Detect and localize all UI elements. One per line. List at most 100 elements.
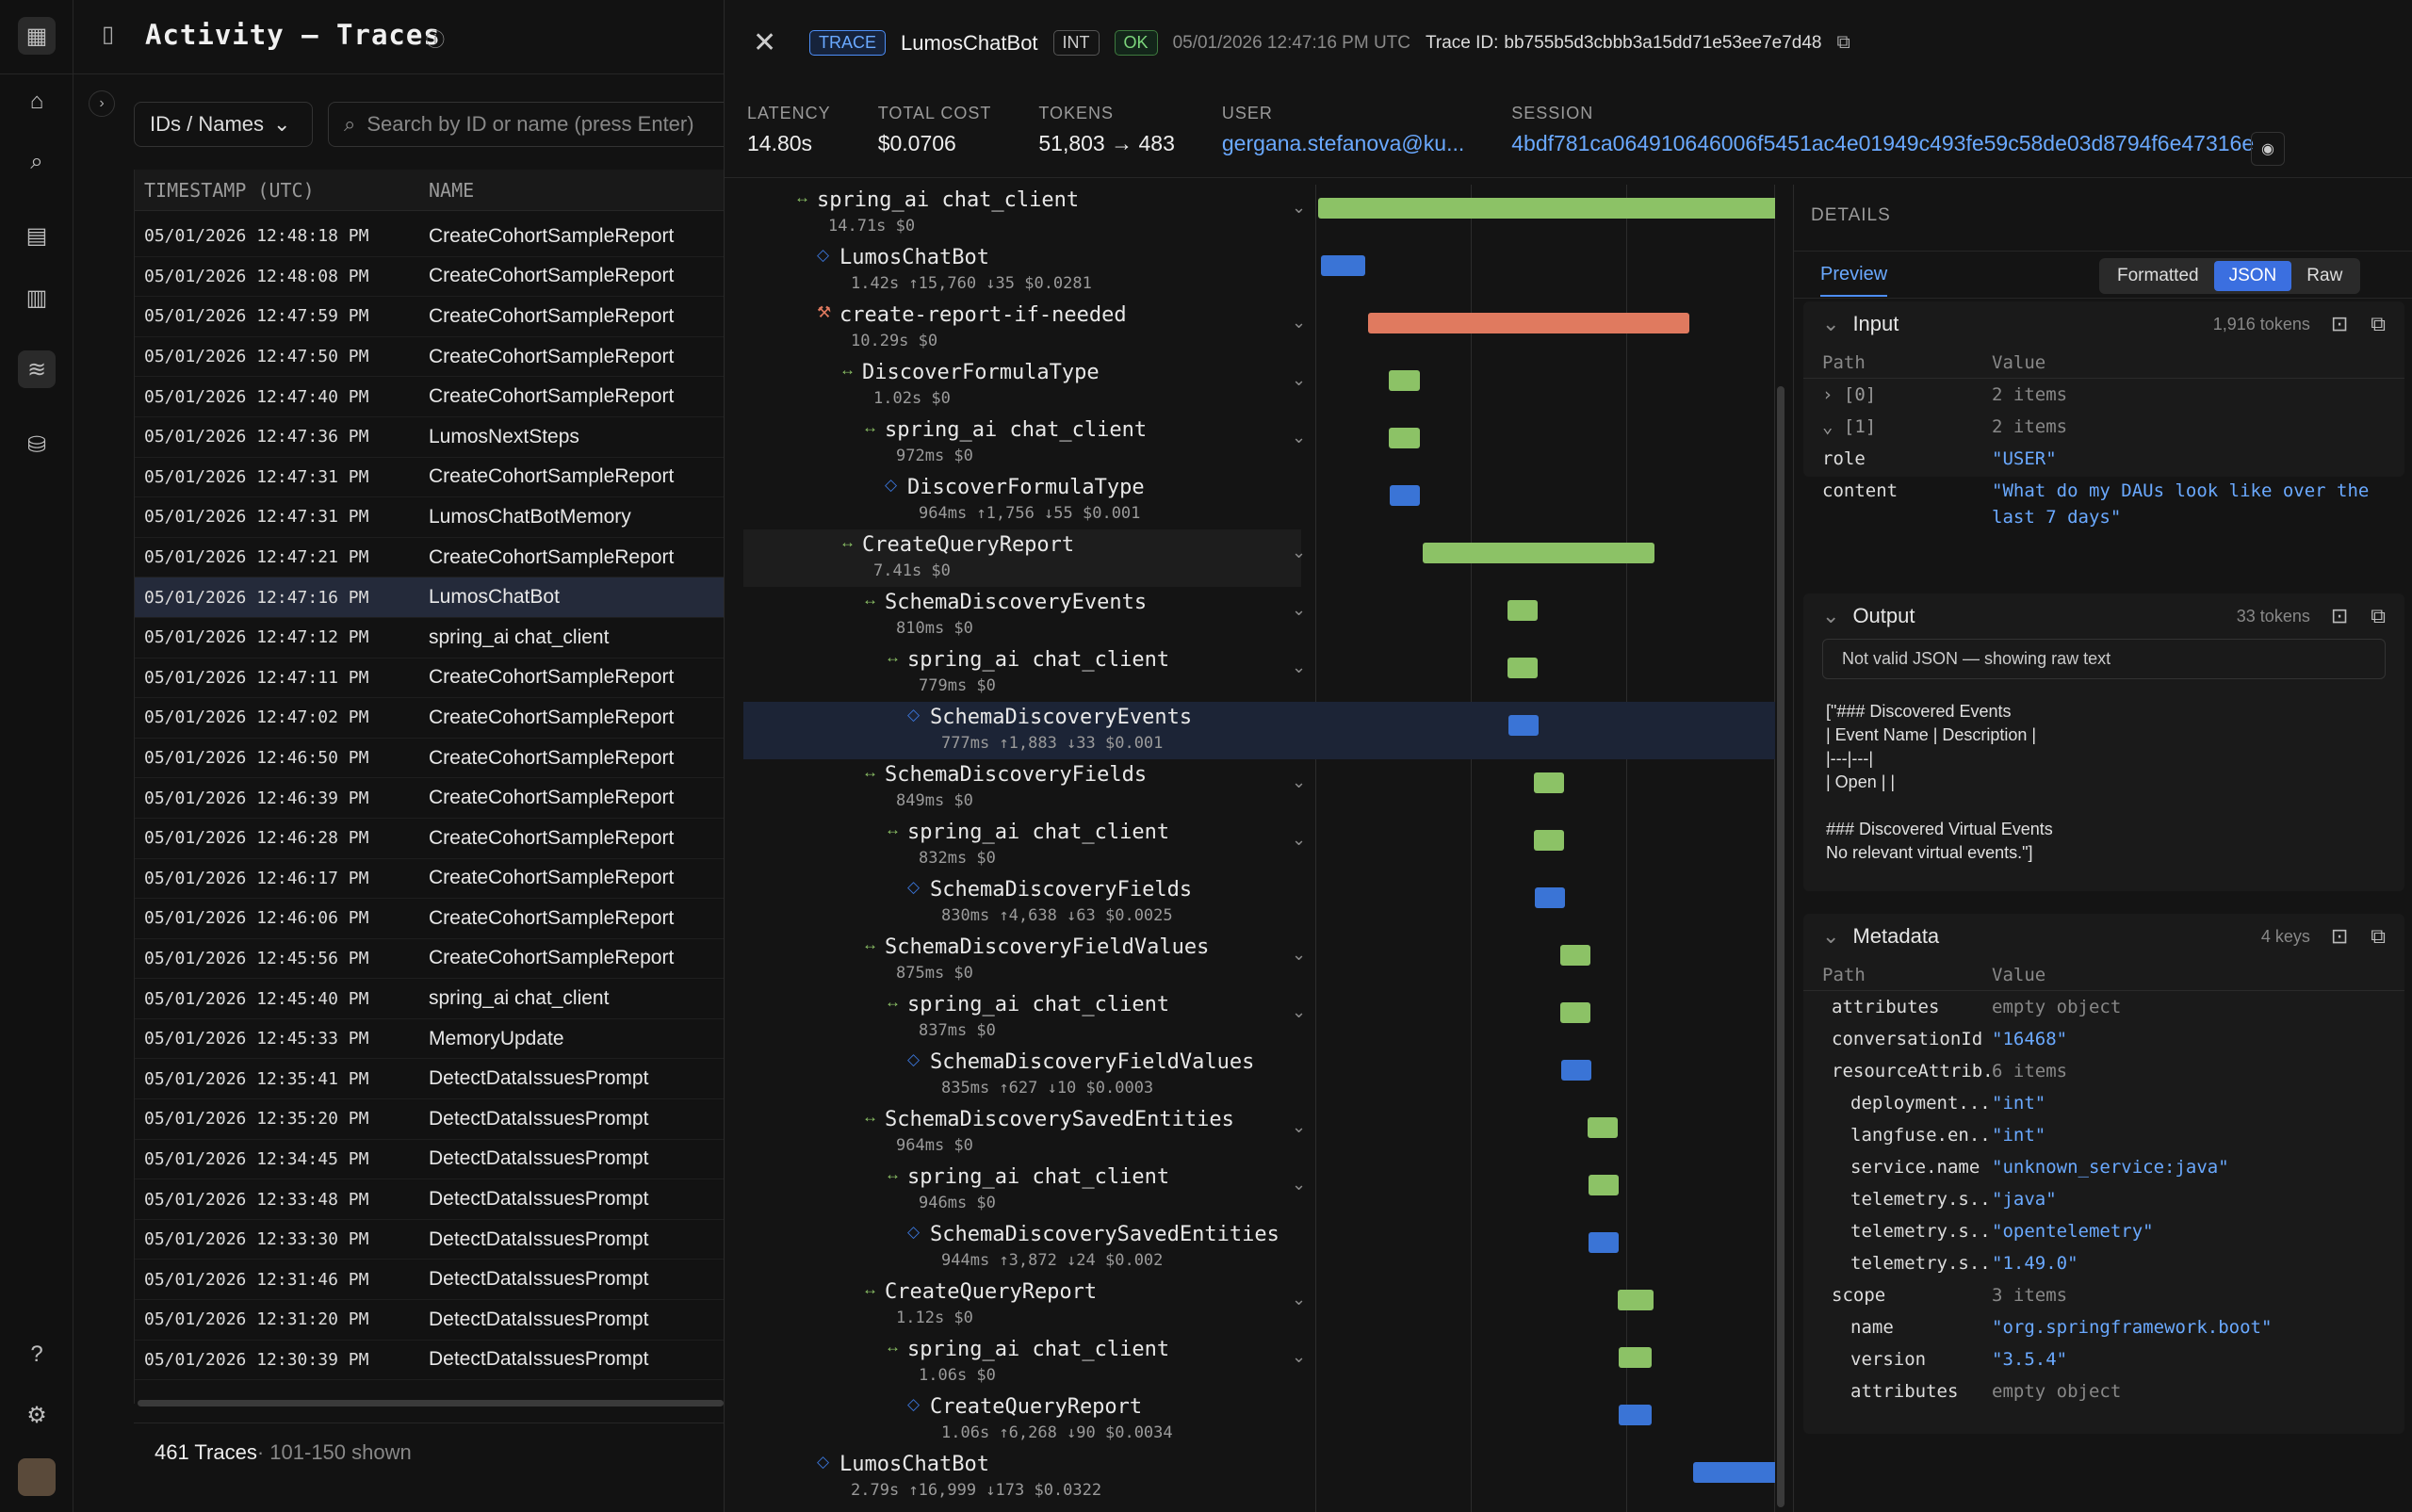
chevron-down-icon[interactable]: ⌄ (1292, 1117, 1306, 1137)
table-row[interactable]: 05/01/2026 12:47:59 PM CreateCohortSample… (135, 297, 724, 337)
input-row[interactable]: role "USER" (1803, 443, 2404, 475)
chevron-down-icon[interactable]: ⌄ (1822, 604, 1839, 628)
span-bar[interactable] (1560, 945, 1591, 966)
input-row[interactable]: ⌄ [1] 2 items (1803, 411, 2404, 443)
chevron-down-icon[interactable]: ⌄ (1292, 370, 1306, 390)
table-row[interactable]: 05/01/2026 12:46:06 PM CreateCohortSample… (135, 899, 724, 939)
chevron-down-icon[interactable]: ⌄ (1292, 600, 1306, 620)
span-bar[interactable] (1508, 658, 1539, 678)
search-input[interactable]: ⌕ Search by ID or name (press Enter) (328, 102, 733, 147)
span-bar[interactable] (1389, 428, 1420, 448)
table-row[interactable]: 05/01/2026 12:47:12 PM spring_ai chat_cli… (135, 618, 724, 658)
col-timestamp[interactable]: TIMESTAMP (UTC) (135, 179, 429, 202)
span-node[interactable]: ↔ SchemaDiscoveryEvents 810ms $0 ⌄ (743, 587, 1775, 644)
table-row[interactable]: 05/01/2026 12:48:18 PM CreateCohortSample… (135, 217, 724, 257)
table-row[interactable]: 05/01/2026 12:35:20 PM DetectDataIssuesPr… (135, 1099, 724, 1140)
metadata-row[interactable]: version "3.5.4" (1803, 1343, 2404, 1375)
chevron-down-icon[interactable]: ⌄ (1292, 1002, 1306, 1022)
span-node[interactable]: ◇ SchemaDiscoveryFieldValues 835ms ↑627 ↓1… (743, 1047, 1775, 1104)
chevron-down-icon[interactable]: ⌄ (1292, 198, 1306, 218)
tab-preview[interactable]: Preview (1820, 264, 1888, 297)
span-bar[interactable] (1423, 543, 1654, 563)
table-row[interactable]: 05/01/2026 12:31:20 PM DetectDataIssuesPr… (135, 1300, 724, 1341)
table-row[interactable]: 05/01/2026 12:47:11 PM CreateCohortSample… (135, 658, 724, 699)
metadata-row[interactable]: attributes empty object (1803, 1375, 2404, 1407)
copy-icon[interactable]: ⧉ (2371, 604, 2386, 628)
eye-icon[interactable]: ◉ (2251, 132, 2285, 166)
span-bar[interactable] (1618, 1347, 1652, 1368)
span-bar[interactable] (1618, 1290, 1654, 1310)
span-node[interactable]: ↔ spring_ai chat_client 837ms $0 ⌄ (743, 989, 1775, 1047)
table-row[interactable]: 05/01/2026 12:45:56 PM CreateCohortSample… (135, 939, 724, 980)
format-raw[interactable]: Raw (2291, 261, 2357, 291)
span-node[interactable]: ↔ spring_ai chat_client 832ms $0 ⌄ (743, 817, 1775, 874)
metadata-row[interactable]: scope 3 items (1803, 1279, 2404, 1311)
span-node[interactable]: ↔ SchemaDiscoveryFields 849ms $0 ⌄ (743, 759, 1775, 817)
copy-icon[interactable]: ⧉ (2371, 924, 2386, 949)
metadata-row[interactable]: telemetry.s... "java" (1803, 1183, 2404, 1215)
span-node[interactable]: ↔ spring_ai chat_client 946ms $0 ⌄ (743, 1162, 1775, 1219)
span-node[interactable]: ◇ SchemaDiscoveryEvents 777ms ↑1,883 ↓33 $… (743, 702, 1775, 759)
table-row[interactable]: 05/01/2026 12:47:21 PM CreateCohortSample… (135, 538, 724, 578)
span-bar[interactable] (1588, 1117, 1619, 1138)
metadata-row[interactable]: name "org.springframework.boot" (1803, 1311, 2404, 1343)
metadata-row[interactable]: deployment.... "int" (1803, 1087, 2404, 1119)
span-bar[interactable] (1389, 485, 1420, 506)
span-node[interactable]: ◇ SchemaDiscoverySavedEntities 944ms ↑3,87… (743, 1219, 1775, 1276)
span-bar[interactable] (1619, 1405, 1653, 1425)
table-row[interactable]: 05/01/2026 12:46:28 PM CreateCohortSample… (135, 819, 724, 859)
span-bar[interactable] (1588, 1175, 1619, 1195)
chevron-down-icon[interactable]: ⌄ (1292, 543, 1306, 562)
span-node[interactable]: ↔ spring_ai chat_client 14.71s $0 ⌄ (743, 185, 1775, 242)
table-row[interactable]: 05/01/2026 12:30:39 PM DetectDataIssuesPr… (135, 1341, 724, 1381)
span-node[interactable]: ↔ CreateQueryReport 7.41s $0 ⌄ (743, 529, 1654, 587)
metadata-row[interactable]: service.name "unknown_service:java" (1803, 1151, 2404, 1183)
span-node[interactable]: ◇ DiscoverFormulaType 964ms ↑1,756 ↓55 $0.… (743, 472, 1775, 529)
vertical-scrollbar[interactable] (1777, 386, 1785, 1507)
expand-chevron-icon[interactable]: › (89, 90, 115, 117)
span-bar[interactable] (1560, 1060, 1591, 1081)
chevron-down-icon[interactable]: ⌄ (1292, 428, 1306, 447)
search-icon[interactable]: ⌕ (18, 143, 56, 181)
id-names-select[interactable]: IDs / Names ⌄ (134, 102, 313, 147)
metadata-row[interactable]: attributes empty object (1803, 991, 2404, 1023)
table-row[interactable]: 05/01/2026 12:46:17 PM CreateCohortSample… (135, 859, 724, 900)
table-row[interactable]: 05/01/2026 12:33:30 PM DetectDataIssuesPr… (135, 1220, 724, 1260)
span-bar[interactable] (1368, 313, 1690, 333)
col-name[interactable]: NAME (429, 179, 724, 202)
table-row[interactable]: 05/01/2026 12:46:50 PM CreateCohortSample… (135, 739, 724, 779)
table-row[interactable]: 05/01/2026 12:35:41 PM DetectDataIssuesPr… (135, 1059, 724, 1100)
metadata-row[interactable]: resourceAttrib...6 items (1803, 1055, 2404, 1087)
span-bar[interactable] (1533, 772, 1564, 793)
span-node[interactable]: ↔ SchemaDiscoverySavedEntities 964ms $0 ⌄ (743, 1104, 1775, 1162)
home-icon[interactable]: ⌂ (18, 83, 56, 121)
traces-icon[interactable]: ≋ (18, 350, 56, 388)
settings-gear-icon[interactable]: ⚙ (18, 1396, 56, 1434)
chevron-down-icon[interactable]: ⌄ (1292, 945, 1306, 965)
table-row[interactable]: 05/01/2026 12:31:46 PM DetectDataIssuesPr… (135, 1260, 724, 1301)
horizontal-scrollbar[interactable] (138, 1400, 724, 1406)
metadata-row[interactable]: langfuse.en... "int" (1803, 1119, 2404, 1151)
span-node[interactable]: ↔ spring_ai chat_client 779ms $0 ⌄ (743, 644, 1775, 702)
span-node[interactable]: ↔ DiscoverFormulaType 1.02s $0 ⌄ (743, 357, 1775, 415)
span-bar[interactable] (1320, 255, 1366, 276)
chevron-down-icon[interactable]: ⌄ (1292, 658, 1306, 677)
database-icon[interactable]: ⛁ (18, 426, 56, 463)
span-node[interactable]: ⚒ create-report-if-needed 10.29s $0 ⌄ (743, 300, 1775, 357)
help-icon[interactable]: ? (18, 1336, 56, 1374)
table-row[interactable]: 05/01/2026 12:47:02 PM CreateCohortSample… (135, 698, 724, 739)
metadata-row[interactable]: telemetry.s... "1.49.0" (1803, 1247, 2404, 1279)
span-bar[interactable] (1534, 830, 1565, 851)
table-row[interactable]: 05/01/2026 12:46:39 PM CreateCohortSample… (135, 778, 724, 819)
span-node[interactable]: ◇ SchemaDiscoveryFields 830ms ↑4,638 ↓63 $… (743, 874, 1775, 932)
metadata-row[interactable]: conversationId "16468" (1803, 1023, 2404, 1055)
span-bar[interactable] (1388, 370, 1421, 391)
span-bar[interactable] (1508, 715, 1539, 736)
span-node[interactable]: ↔ spring_ai chat_client 1.06s $0 ⌄ (743, 1334, 1775, 1391)
table-row[interactable]: 05/01/2026 12:45:40 PM spring_ai chat_cli… (135, 979, 724, 1019)
chevron-down-icon[interactable]: ⌄ (1292, 1175, 1306, 1195)
span-bar[interactable] (1693, 1462, 1775, 1483)
span-node[interactable]: ◇ LumosChatBot 2.79s ↑16,999 ↓173 $0.0322 (743, 1449, 1775, 1506)
span-node[interactable]: ↔ SchemaDiscoveryFieldValues 875ms $0 ⌄ (743, 932, 1775, 989)
table-row[interactable]: 05/01/2026 12:47:31 PM LumosChatBotMemory (135, 497, 724, 538)
